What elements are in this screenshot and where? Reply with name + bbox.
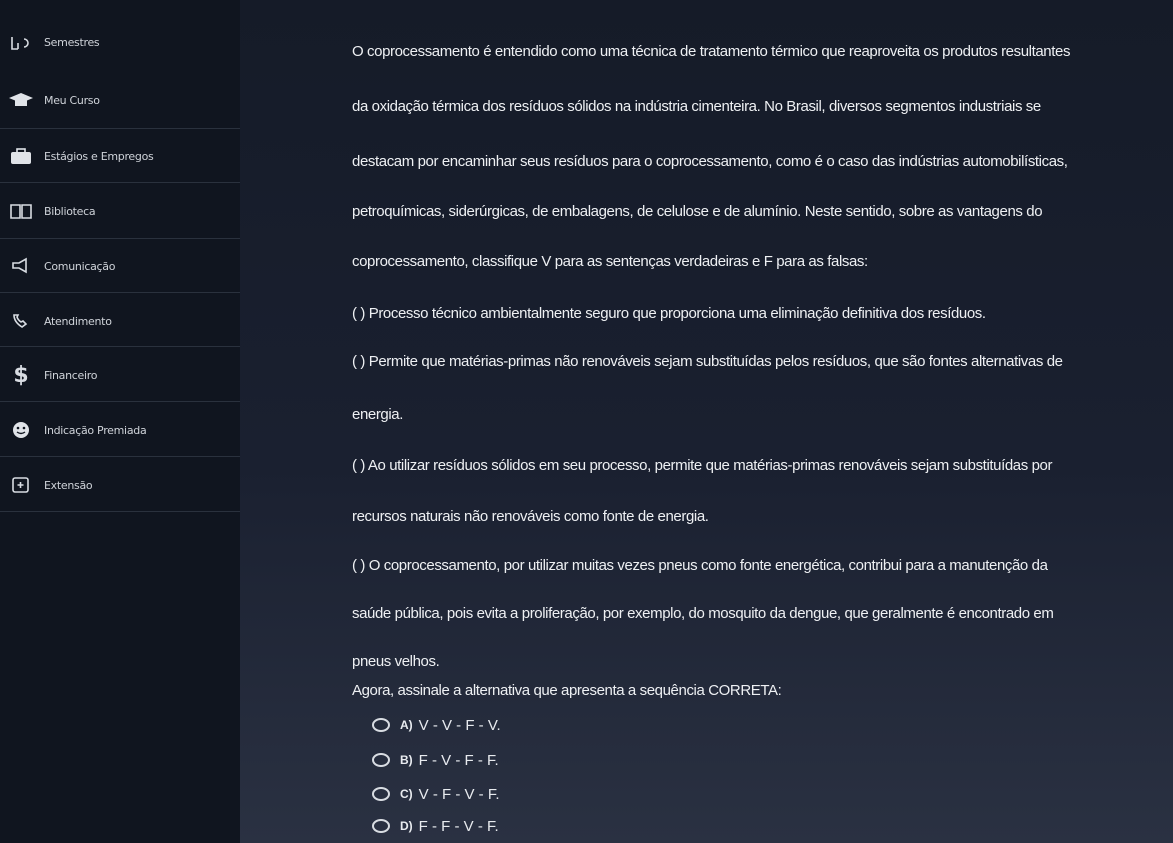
sidebar-item-comunicacao[interactable]: Comunicação bbox=[0, 238, 240, 294]
question-prompt: Agora, assinale a alternativa que aprese… bbox=[352, 682, 782, 699]
sidebar-item-label: Meu Curso bbox=[44, 93, 100, 107]
semesters-icon bbox=[6, 31, 36, 53]
briefcase-icon bbox=[6, 145, 36, 167]
option-text: V - V - F - V. bbox=[418, 716, 501, 734]
sidebar-item-label: Extensão bbox=[44, 478, 93, 492]
statement-2: ( ) Permite que matérias-primas não reno… bbox=[352, 353, 1063, 370]
option-key: D) bbox=[400, 819, 413, 833]
question-text-line: petroquímicas, siderúrgicas, de embalage… bbox=[352, 203, 1043, 220]
sidebar-item-semestres[interactable]: Semestres bbox=[0, 14, 240, 70]
option-b[interactable]: B) F - V - F - F. bbox=[372, 749, 499, 771]
option-key: B) bbox=[400, 753, 413, 767]
sidebar-item-atendimento[interactable]: Atendimento bbox=[0, 293, 240, 349]
question-panel: O coprocessamento é entendido como uma t… bbox=[240, 0, 1173, 843]
sidebar-item-label: Financeiro bbox=[44, 368, 98, 382]
sidebar-item-indicacao[interactable]: Indicação Premiada bbox=[0, 402, 240, 458]
sidebar-divider bbox=[0, 511, 240, 512]
sidebar-item-label: Comunicação bbox=[44, 259, 116, 273]
headset-icon bbox=[6, 310, 36, 332]
option-c[interactable]: C) V - F - V - F. bbox=[372, 783, 500, 805]
radio-button[interactable] bbox=[372, 753, 390, 767]
book-icon bbox=[6, 200, 36, 222]
statement-1: ( ) Processo técnico ambientalmente segu… bbox=[352, 305, 986, 322]
statement-3-cont: recursos naturais não renováveis como fo… bbox=[352, 508, 709, 525]
sidebar-item-label: Estágios e Empregos bbox=[44, 149, 154, 163]
option-key: C) bbox=[400, 787, 413, 801]
statement-2-cont: energia. bbox=[352, 406, 404, 423]
option-text: F - F - V - F. bbox=[418, 817, 499, 835]
graduation-cap-icon bbox=[6, 89, 36, 111]
sidebar-item-financeiro[interactable]: $ Financeiro bbox=[0, 347, 240, 403]
referral-icon bbox=[6, 419, 36, 441]
sidebar-item-estagios[interactable]: Estágios e Empregos bbox=[0, 128, 240, 184]
dollar-icon: $ bbox=[13, 362, 29, 388]
option-text: V - F - V - F. bbox=[418, 785, 500, 803]
option-key: A) bbox=[400, 718, 413, 732]
question-text-line: O coprocessamento é entendido como uma t… bbox=[352, 43, 1071, 60]
option-a[interactable]: A) V - V - F - V. bbox=[372, 714, 501, 736]
sidebar-item-label: Biblioteca bbox=[44, 204, 96, 218]
question-text-line: coprocessamento, classifique V para as s… bbox=[352, 253, 868, 270]
sidebar-item-biblioteca[interactable]: Biblioteca bbox=[0, 183, 240, 239]
option-text: F - V - F - F. bbox=[418, 751, 499, 769]
sidebar: Semestres Meu Curso Estágios e Empregos … bbox=[0, 0, 240, 843]
statement-3: ( ) Ao utilizar resíduos sólidos em seu … bbox=[352, 457, 1053, 474]
option-d[interactable]: D) F - F - V - F. bbox=[372, 815, 499, 837]
question-text-line: da oxidação térmica dos resíduos sólidos… bbox=[352, 98, 1041, 115]
sidebar-item-meu-curso[interactable]: Meu Curso bbox=[0, 72, 240, 128]
statement-4-cont: saúde pública, pois evita a proliferação… bbox=[352, 605, 1054, 622]
sidebar-item-label: Indicação Premiada bbox=[44, 423, 147, 437]
statement-4: ( ) O coprocessamento, por utilizar muit… bbox=[352, 557, 1048, 574]
radio-button[interactable] bbox=[372, 819, 390, 833]
statement-4-cont: pneus velhos. bbox=[352, 653, 440, 670]
extension-icon bbox=[6, 474, 36, 496]
sidebar-item-label: Semestres bbox=[44, 35, 100, 49]
sidebar-item-label: Atendimento bbox=[44, 314, 112, 328]
question-text-line: destacam por encaminhar seus resíduos pa… bbox=[352, 153, 1068, 170]
sidebar-item-extensao[interactable]: Extensão bbox=[0, 457, 240, 513]
radio-button[interactable] bbox=[372, 787, 390, 801]
megaphone-icon bbox=[6, 255, 36, 277]
radio-button[interactable] bbox=[372, 718, 390, 732]
